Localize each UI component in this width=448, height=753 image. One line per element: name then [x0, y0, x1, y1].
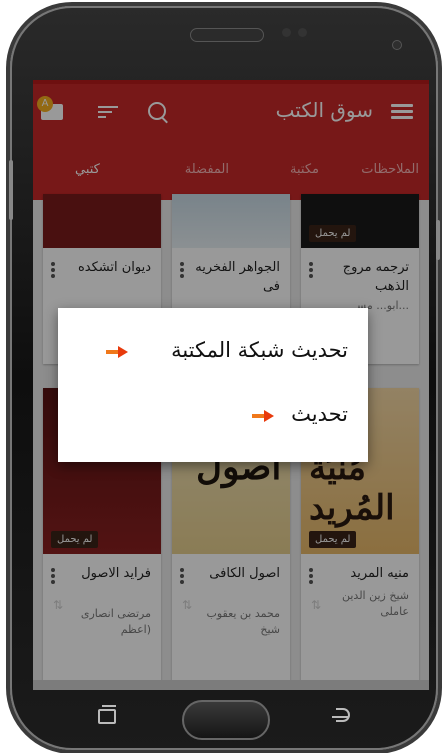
update-dialog: تحديث شبكة المكتبة تحديث [58, 308, 368, 462]
proximity-sensor [282, 28, 291, 37]
pointer-arrow-icon [252, 410, 274, 422]
update-option[interactable]: تحديث [291, 402, 348, 426]
update-library-network-option[interactable]: تحديث شبكة المكتبة [171, 338, 348, 362]
power-button [436, 220, 440, 260]
front-camera [392, 40, 402, 50]
pointer-arrow-icon [106, 346, 128, 358]
light-sensor [298, 28, 307, 37]
back-icon[interactable] [330, 708, 350, 722]
volume-button [9, 160, 13, 220]
home-button[interactable] [182, 700, 270, 740]
recent-apps-icon[interactable] [98, 705, 116, 724]
earpiece-speaker [190, 28, 264, 42]
